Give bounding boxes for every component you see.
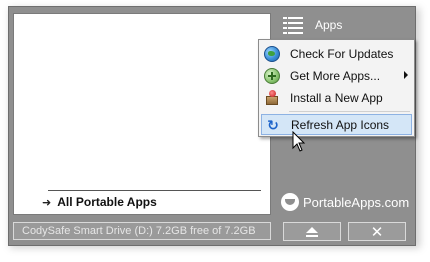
menu-item-check-for-updates[interactable]: Check For Updates xyxy=(261,43,412,64)
drive-status-bar: CodySafe Smart Drive (D:) 7.2GB free of … xyxy=(13,222,271,240)
refresh-icon: ↻ xyxy=(267,116,279,133)
menu-item-label: Get More Apps... xyxy=(290,68,381,83)
green-plus-globe-icon xyxy=(264,67,280,84)
submenu-arrow-icon xyxy=(404,71,408,79)
menu-item-install-new-app[interactable]: Install a New App xyxy=(261,87,412,108)
menu-separator xyxy=(289,111,410,112)
menu-item-refresh-app-icons[interactable]: ↻ Refresh App Icons xyxy=(261,114,412,135)
menu-item-label: Install a New App xyxy=(290,90,383,105)
package-install-icon xyxy=(264,89,280,106)
close-button[interactable]: ✕ xyxy=(348,222,406,241)
arrow-right-icon: ➜ xyxy=(42,196,52,209)
apps-label: Apps xyxy=(315,18,343,32)
close-icon: ✕ xyxy=(370,223,384,241)
portableapps-logo-icon xyxy=(281,193,299,211)
apps-menu-button[interactable]: Apps xyxy=(283,14,342,36)
brand-label: PortableApps.com xyxy=(303,194,410,210)
globe-update-icon xyxy=(264,45,280,62)
eject-button[interactable] xyxy=(283,222,341,241)
portableapps-brand[interactable]: PortableApps.com xyxy=(281,193,409,211)
list-icon xyxy=(283,17,303,34)
menu-item-label: Refresh App Icons xyxy=(291,117,390,132)
apps-context-menu: Check For Updates Get More Apps... Insta… xyxy=(258,39,415,137)
menu-item-get-more-apps[interactable]: Get More Apps... xyxy=(261,65,412,86)
all-portable-apps-label: All Portable Apps xyxy=(57,195,157,209)
menu-item-label: Check For Updates xyxy=(290,46,394,61)
app-list-pane[interactable]: ➜ All Portable Apps xyxy=(13,13,271,215)
divider-line xyxy=(48,190,261,191)
eject-icon xyxy=(306,226,318,237)
all-portable-apps-link[interactable]: ➜ All Portable Apps xyxy=(42,194,157,210)
mouse-pointer-icon xyxy=(292,131,306,152)
